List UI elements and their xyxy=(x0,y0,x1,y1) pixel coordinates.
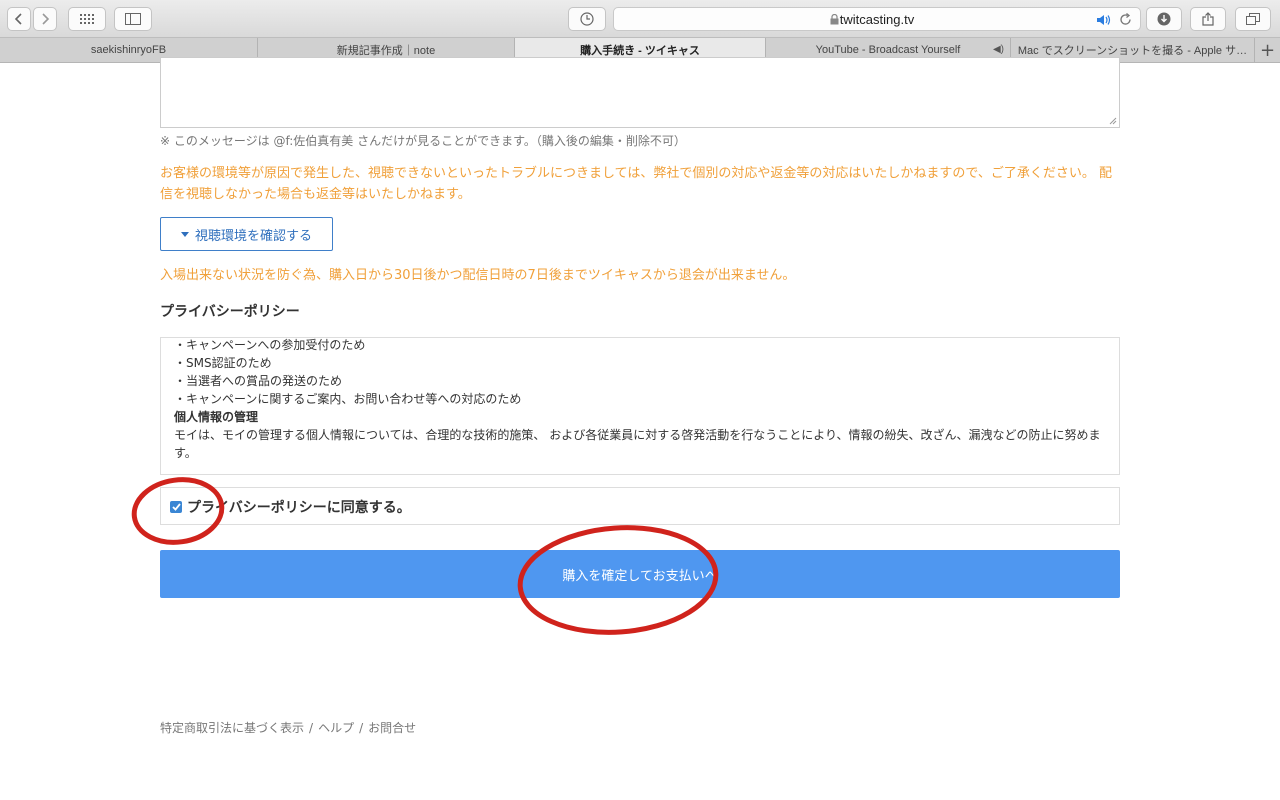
reload-icon[interactable] xyxy=(1119,13,1132,26)
footer-separator: / xyxy=(309,721,314,735)
new-tab-button[interactable]: + xyxy=(1255,38,1280,62)
chevron-left-icon xyxy=(14,13,22,25)
sidebar-icon xyxy=(125,13,141,25)
speaker-icon[interactable]: ◀) xyxy=(993,44,1004,55)
tab-label: YouTube - Broadcast Yourself xyxy=(815,44,961,56)
withdraw-notice: 入場出来ない状況を防ぐ為、購入日から30日後かつ配信日時の7日後までツイキャスか… xyxy=(160,268,796,283)
refund-warning: お客様の環境等が原因で発生した、視聴できないといったトラブルにつきましては、弊社… xyxy=(160,166,1112,202)
history-button[interactable] xyxy=(568,7,606,31)
resize-handle-icon[interactable] xyxy=(1109,117,1117,125)
back-button[interactable] xyxy=(7,7,31,31)
chevron-right-icon xyxy=(42,13,50,25)
footer-links: 特定商取引法に基づく表示 / ヘルプ / お問合せ xyxy=(160,719,416,736)
tab-label: saekishinryoFB xyxy=(90,44,167,56)
confirm-purchase-button[interactable]: 購入を確定してお支払いへ xyxy=(160,550,1120,598)
speaker-icon[interactable] xyxy=(1096,14,1112,26)
page-content: ※ このメッセージは @f:佐伯真有美 さんだけが見ることができます。（購入後の… xyxy=(0,57,1280,800)
tab-label: Mac でスクリーンショットを撮る - Apple サ… xyxy=(1017,45,1248,57)
privacy-line: ・キャンペーンに関するご案内、お問い合わせ等への対応のため xyxy=(174,392,522,406)
plus-icon: + xyxy=(1259,39,1276,61)
browser-toolbar: twitcasting.tv xyxy=(0,0,1280,38)
address-bar[interactable]: twitcasting.tv xyxy=(613,7,1141,31)
grid-icon xyxy=(80,14,94,24)
privacy-agree-checkbox[interactable] xyxy=(170,501,182,513)
privacy-body: モイは、モイの管理する個人情報については、合理的な技術的施策、 および各従業員に… xyxy=(174,428,1101,460)
message-textarea[interactable] xyxy=(160,57,1120,128)
share-icon xyxy=(1202,12,1214,26)
confirm-purchase-label: 購入を確定してお支払いへ xyxy=(562,568,718,584)
check-environment-label: 視聴環境を確認する xyxy=(194,228,312,244)
tab-label: 新規記事作成｜note xyxy=(336,45,436,57)
top-sites-button[interactable] xyxy=(68,7,106,31)
downloads-button[interactable] xyxy=(1146,7,1182,31)
privacy-policy-box[interactable]: ・キャンペーンへの参加受付のため ・SMS認証のため ・当選者への賞品の発送のた… xyxy=(160,337,1120,475)
privacy-policy-text: ・キャンペーンへの参加受付のため ・SMS認証のため ・当選者への賞品の発送のた… xyxy=(174,338,1104,462)
download-icon xyxy=(1157,12,1171,26)
footer-link-help[interactable]: ヘルプ xyxy=(318,721,354,735)
sidebar-button[interactable] xyxy=(114,7,152,31)
privacy-line: ・SMS認証のため xyxy=(174,356,272,370)
footer-link-tokusho[interactable]: 特定商取引法に基づく表示 xyxy=(160,721,304,735)
privacy-line: ・当選者への賞品の発送のため xyxy=(174,374,343,388)
share-button[interactable] xyxy=(1190,7,1226,31)
check-icon xyxy=(171,503,181,511)
privacy-line: ・キャンペーンへの参加受付のため xyxy=(174,338,366,352)
url-text: twitcasting.tv xyxy=(839,12,915,27)
message-note: ※ このメッセージは @f:佐伯真有美 さんだけが見ることができます。（購入後の… xyxy=(160,134,686,148)
check-environment-button[interactable]: 視聴環境を確認する xyxy=(160,217,333,251)
tab-overview-button[interactable] xyxy=(1235,7,1271,31)
privacy-agree-row[interactable]: プライバシーポリシーに同意する。 xyxy=(160,487,1120,525)
footer-link-contact[interactable]: お問合せ xyxy=(368,721,416,735)
tabs-icon xyxy=(1246,13,1260,25)
clock-icon xyxy=(580,12,594,26)
footer-separator: / xyxy=(359,721,364,735)
privacy-policy-title: プライバシーポリシー xyxy=(160,304,300,320)
privacy-heading: 個人情報の管理 xyxy=(174,410,259,424)
privacy-agree-label[interactable]: プライバシーポリシーに同意する。 xyxy=(187,497,411,517)
forward-button[interactable] xyxy=(33,7,57,31)
tab-label: 購入手続き - ツイキャス xyxy=(580,45,700,57)
caret-down-icon xyxy=(180,231,189,237)
